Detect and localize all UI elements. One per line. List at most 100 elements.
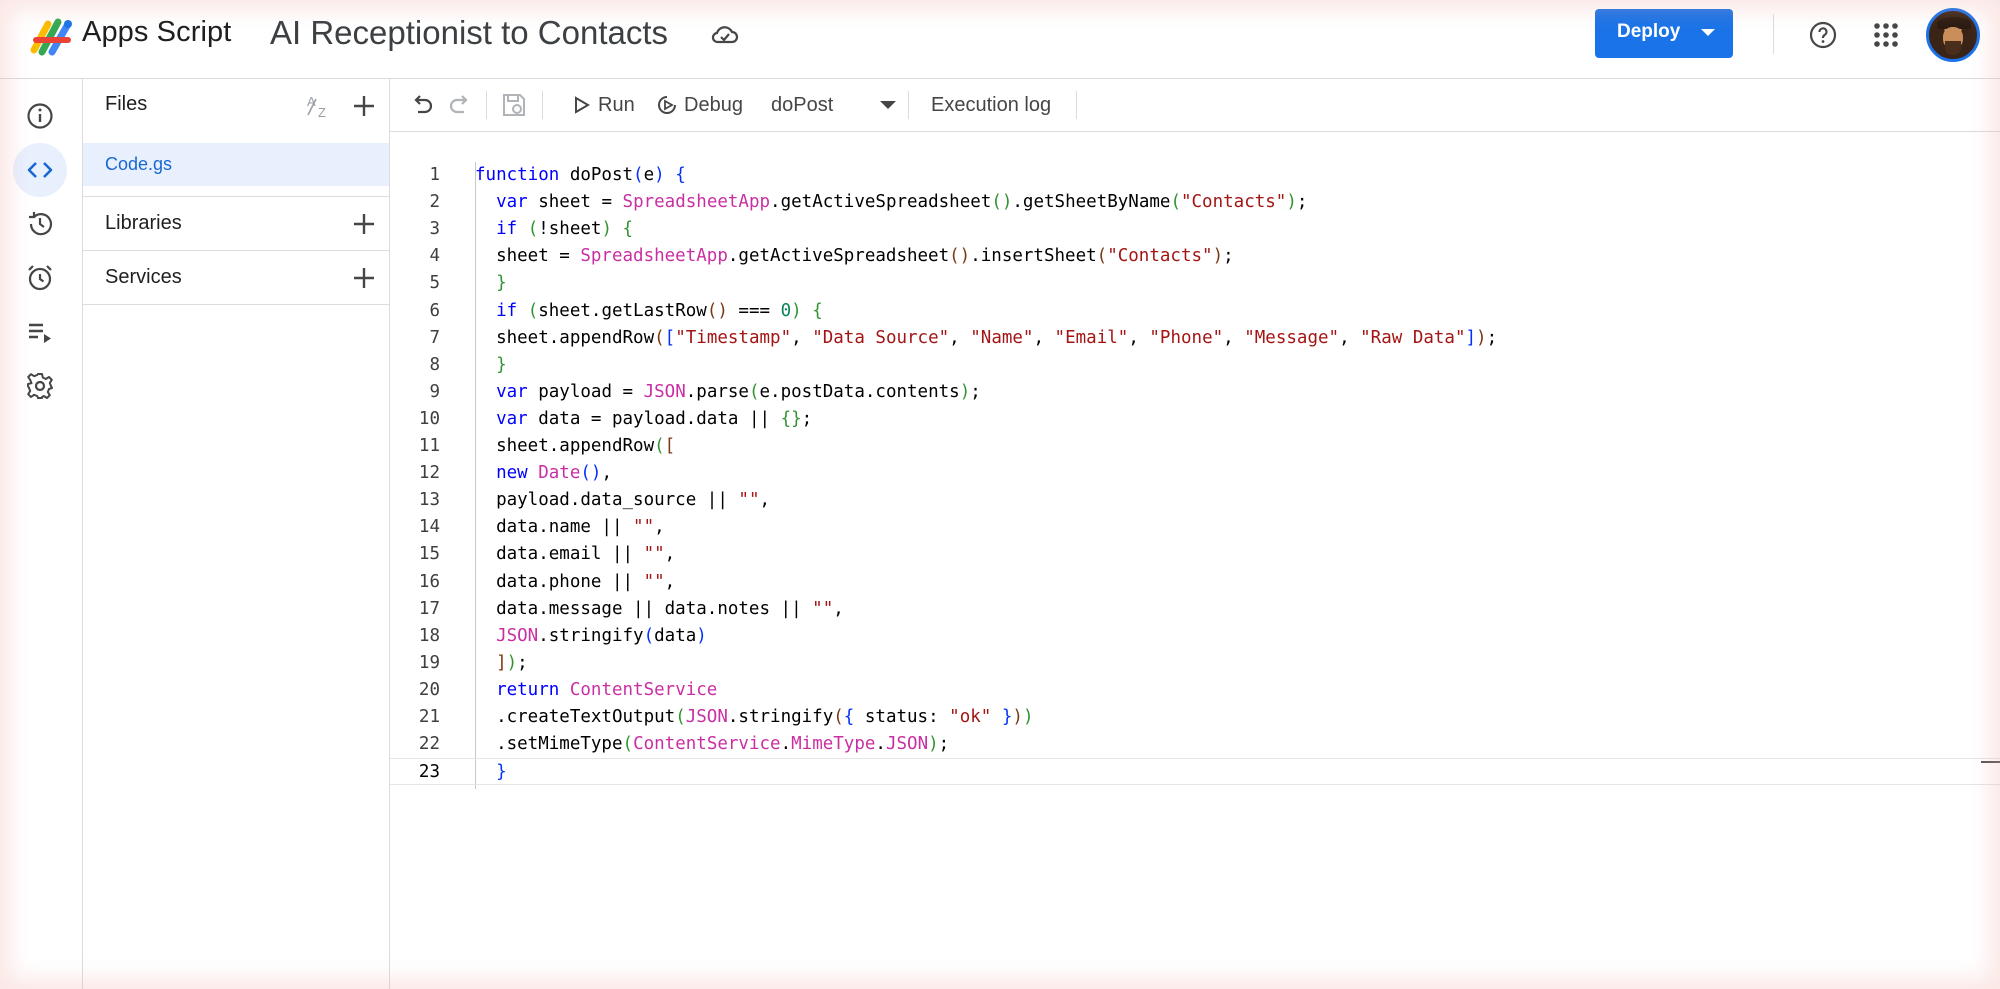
code-text: new Date(), xyxy=(496,463,613,484)
line-number: 21 xyxy=(418,707,440,727)
rail-project-settings[interactable] xyxy=(13,359,67,413)
code-line[interactable]: 12 new Date(), xyxy=(390,460,2000,487)
code-text: .setMimeType(ContentService.MimeType.JSO… xyxy=(475,734,950,755)
redo-icon[interactable] xyxy=(446,91,474,119)
save-icon[interactable] xyxy=(500,91,528,119)
rail-executions[interactable] xyxy=(13,305,67,359)
toolbar-divider xyxy=(908,91,909,119)
rail-project-history[interactable] xyxy=(13,197,67,251)
code-line[interactable]: 16 data.phone || "", xyxy=(390,569,2000,596)
file-item-code-gs[interactable]: Code.gs xyxy=(83,143,389,186)
function-select-value: doPost xyxy=(771,94,834,116)
files-title: Files xyxy=(105,93,148,115)
history-icon xyxy=(29,212,53,236)
code-line[interactable]: 22 .setMimeType(ContentService.MimeType.… xyxy=(390,731,2000,758)
code-line[interactable]: 6 if (sheet.getLastRow() === 0) { xyxy=(390,298,2000,325)
code-text: data.email || "", xyxy=(475,544,676,565)
function-select[interactable]: doPost xyxy=(771,91,901,119)
code-line[interactable]: 23 } xyxy=(390,758,2000,786)
code-line[interactable]: 9 var payload = JSON.parse(e.postData.co… xyxy=(390,379,2000,406)
google-apps-icon[interactable] xyxy=(1873,22,1899,48)
code-text: } xyxy=(496,762,507,783)
line-number: 18 xyxy=(418,625,440,646)
code-text: sheet.appendRow(["Timestamp", "Data Sour… xyxy=(475,327,1498,348)
project-title[interactable]: AI Receptionist to Contacts xyxy=(270,14,668,52)
line-number: 1 xyxy=(429,165,440,185)
debug-button[interactable]: Debug xyxy=(656,91,743,119)
code-line[interactable]: 1 function doPost(e) { xyxy=(390,162,2000,189)
code-line[interactable]: 19 ]); xyxy=(390,650,2000,677)
line-number: 12 xyxy=(418,463,440,484)
line-number: 9 xyxy=(429,381,440,402)
run-label: Run xyxy=(598,93,635,116)
code-text: var data = payload.data || {}; xyxy=(496,408,813,429)
gear-icon xyxy=(27,373,53,399)
code-line[interactable]: 18 JSON.stringify(data) xyxy=(390,623,2000,650)
code-line[interactable]: 7 sheet.appendRow(["Timestamp", "Data So… xyxy=(390,325,2000,352)
execution-log-button[interactable]: Execution log xyxy=(931,94,1051,117)
code-line[interactable]: 8 } xyxy=(390,352,2000,379)
line-number: 20 xyxy=(418,679,440,700)
avatar[interactable] xyxy=(1926,8,1980,62)
sort-az-icon[interactable]: A Z xyxy=(305,93,335,119)
line-number: 14 xyxy=(418,517,440,538)
apps-script-logo xyxy=(30,18,72,56)
libraries-section: Libraries xyxy=(83,196,389,250)
undo-icon[interactable] xyxy=(408,91,436,119)
files-header: Files A Z xyxy=(83,79,389,131)
rail-editor[interactable] xyxy=(13,143,67,197)
code-line[interactable]: 13 payload.data_source || "", xyxy=(390,487,2000,514)
code-line[interactable]: 21 .createTextOutput(JSON.stringify({ st… xyxy=(390,704,2000,731)
line-number: 13 xyxy=(418,490,440,511)
code-line[interactable]: 4 sheet = SpreadsheetApp.getActiveSpread… xyxy=(390,243,2000,270)
code-line[interactable]: 5 } xyxy=(390,270,2000,297)
line-number: 7 xyxy=(429,327,440,348)
line-number: 19 xyxy=(418,652,440,673)
line-number: 16 xyxy=(418,571,440,592)
top-bar: Apps Script AI Receptionist to Contacts … xyxy=(0,0,2000,79)
code-text: } xyxy=(496,273,507,294)
rail-triggers[interactable] xyxy=(13,251,67,305)
code-text: data.message || data.notes || "", xyxy=(475,598,844,619)
code-line[interactable]: 11 sheet.appendRow([ xyxy=(390,433,2000,460)
app-brand: Apps Script xyxy=(82,16,232,48)
code-line[interactable]: 17 data.message || data.notes || "", xyxy=(390,596,2000,623)
play-icon xyxy=(575,96,590,114)
chevron-down-icon[interactable] xyxy=(1701,29,1715,36)
code-text: data.name || "", xyxy=(475,517,665,538)
services-label: Services xyxy=(105,266,182,288)
code-line[interactable]: 10 var data = payload.data || {}; xyxy=(390,406,2000,433)
add-service-icon[interactable] xyxy=(349,263,379,293)
code-text: if (sheet.getLastRow() === 0) { xyxy=(496,300,823,321)
services-section: Services xyxy=(83,250,389,305)
cloud-saved-icon xyxy=(711,26,739,44)
code-line[interactable]: 20 return ContentService xyxy=(390,677,2000,704)
add-file-icon[interactable] xyxy=(349,91,379,121)
code-line[interactable]: 14 data.name || "", xyxy=(390,514,2000,541)
line-number: 15 xyxy=(418,544,440,565)
line-number: 2 xyxy=(429,192,440,213)
code-text: var sheet = SpreadsheetApp.getActiveSpre… xyxy=(496,192,1308,213)
code-line[interactable]: 3 if (!sheet) { xyxy=(390,216,2000,243)
editor-toolbar: Run Debug doPost Execution log xyxy=(390,79,2000,132)
line-number: 3 xyxy=(429,219,440,240)
code-line[interactable]: 2 var sheet = SpreadsheetApp.getActiveSp… xyxy=(390,189,2000,216)
deploy-button[interactable]: Deploy xyxy=(1595,9,1733,58)
divider xyxy=(1773,14,1774,54)
code-text: var payload = JSON.parse(e.postData.cont… xyxy=(496,381,981,402)
debug-icon xyxy=(658,96,676,114)
debug-label: Debug xyxy=(684,93,743,116)
help-icon[interactable] xyxy=(1808,20,1838,50)
line-number: 10 xyxy=(418,408,440,429)
executions-list-icon xyxy=(29,323,51,343)
code-text: sheet.appendRow([ xyxy=(475,436,676,456)
code-editor[interactable]: 1 function doPost(e) {2 var sheet = Sprea… xyxy=(390,132,2000,989)
line-number: 4 xyxy=(429,246,440,267)
files-panel: Files A Z Code.gs Libraries Services xyxy=(83,79,390,989)
add-library-icon[interactable] xyxy=(349,209,379,239)
file-name: Code.gs xyxy=(105,154,173,174)
run-button[interactable]: Run xyxy=(570,91,635,119)
info-icon xyxy=(27,103,53,129)
rail-overview[interactable] xyxy=(13,89,67,143)
code-line[interactable]: 15 data.email || "", xyxy=(390,541,2000,568)
